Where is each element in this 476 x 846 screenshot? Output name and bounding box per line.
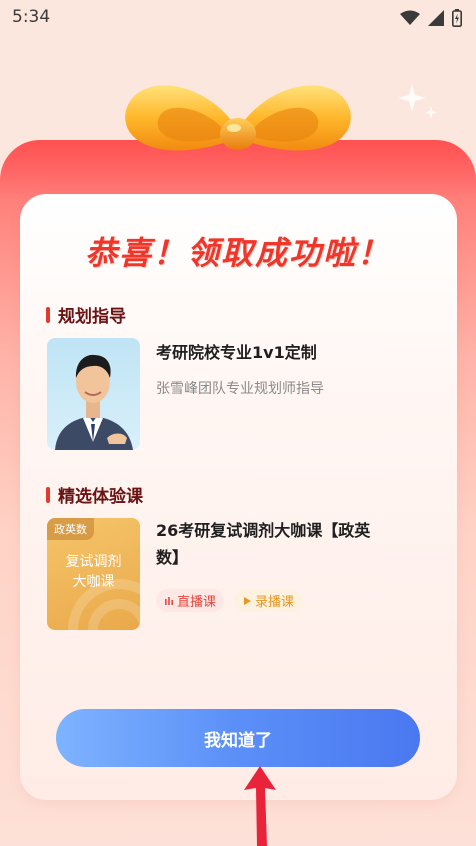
dialog-title: 恭喜！领取成功啦！ — [84, 234, 391, 272]
section-planning-header: 规划指导 — [46, 302, 126, 327]
wifi-icon — [400, 10, 420, 25]
section-course-label: 精选体验课 — [58, 487, 143, 507]
recorded-course-label: 录播课 — [255, 595, 295, 610]
course-item-title-line2: 数】 — [156, 548, 189, 567]
planning-item-subtitle: 张雪峰团队专业规划师指导 — [156, 381, 324, 397]
play-icon — [244, 596, 251, 605]
sparkle-icon — [398, 84, 437, 119]
course-cover-image: 政英数 复试调剂 大咖课 — [47, 518, 140, 630]
planning-item-title: 考研院校专业1v1定制 — [156, 343, 317, 362]
course-cover-tag: 政英数 — [47, 518, 94, 540]
course-cover-line2: 大咖课 — [72, 574, 115, 590]
section-marker — [46, 306, 50, 323]
course-item-title-line1: 26考研复试调剂大咖课【政英 — [156, 521, 371, 540]
got-it-button[interactable]: 我知道了 — [56, 709, 420, 767]
live-course-badge: 直播课 — [156, 589, 225, 612]
status-icons — [400, 9, 462, 27]
section-marker — [46, 486, 50, 503]
gift-bow-icon — [125, 85, 351, 151]
live-course-label: 直播课 — [177, 595, 217, 610]
audio-bars-icon — [165, 596, 173, 605]
section-course-header: 精选体验课 — [46, 482, 143, 507]
battery-icon — [452, 9, 462, 27]
course-cover-line1: 复试调剂 — [65, 554, 122, 570]
teacher-avatar — [47, 338, 140, 450]
recorded-course-badge: 录播课 — [234, 589, 303, 612]
pointer-arrow-icon — [244, 766, 276, 846]
signal-icon — [428, 10, 444, 26]
status-time: 5:34 — [12, 7, 51, 27]
status-bar: 5:34 — [0, 0, 476, 34]
section-planning-label: 规划指导 — [58, 307, 126, 327]
